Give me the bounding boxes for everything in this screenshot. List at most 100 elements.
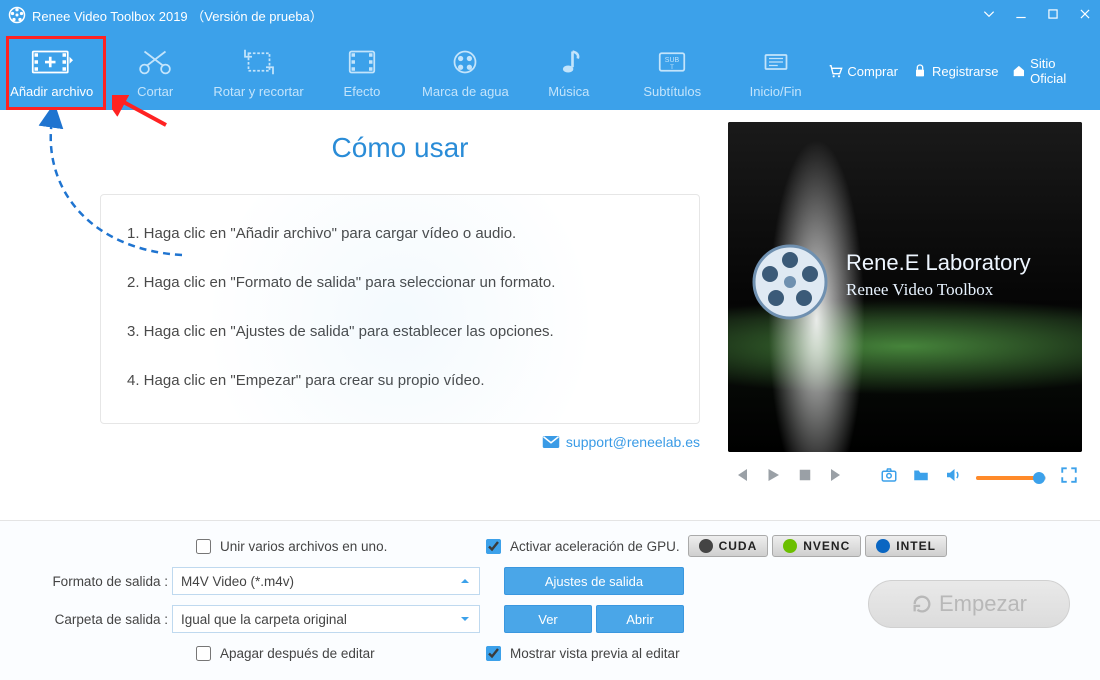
player-stop-icon[interactable] — [796, 466, 814, 489]
chevron-down-icon — [459, 613, 471, 625]
shutdown-checkbox[interactable]: Apagar después de editar — [192, 643, 482, 664]
howto-step: 3. Haga clic en "Ajustes de salida" para… — [127, 323, 673, 340]
preview-section: Rene.E Laboratory Renee Video Toolbox — [720, 110, 1100, 520]
toolbar-watermark[interactable]: Marca de agua — [414, 36, 517, 106]
toolbar-effect-label: Efecto — [344, 84, 381, 99]
effect-icon — [341, 44, 383, 80]
start-button[interactable]: Empezar — [868, 580, 1070, 628]
register-link[interactable]: Registrarse — [912, 63, 998, 79]
toolbar-rotate-crop-label: Rotar y recortar — [213, 84, 303, 99]
toolbar-add-file-label: Añadir archivo — [10, 84, 93, 99]
open-folder-icon[interactable] — [912, 466, 930, 489]
app-logo-icon — [8, 6, 26, 24]
toolbar-start-end-label: Inicio/Fin — [750, 84, 802, 99]
volume-icon[interactable] — [944, 466, 962, 489]
toolbar-start-end[interactable]: Inicio/Fin — [724, 36, 827, 106]
preview-screen: Rene.E Laboratory Renee Video Toolbox — [728, 122, 1082, 452]
bottom-panel: Unir varios archivos en uno. Activar ace… — [0, 520, 1100, 680]
output-format-select[interactable]: M4V Video (*.m4v) — [172, 567, 480, 595]
merge-checkbox-input[interactable] — [196, 539, 211, 554]
official-label: Sitio Oficial — [1030, 56, 1086, 86]
preview-checkbox-input[interactable] — [486, 646, 501, 661]
toolbar-music[interactable]: Música — [517, 36, 620, 106]
svg-text:T: T — [670, 64, 674, 71]
svg-text:SUB: SUB — [665, 57, 680, 64]
merge-checkbox[interactable]: Unir varios archivos en uno. — [192, 536, 482, 557]
toolbar-music-label: Música — [548, 84, 589, 99]
howto-step: 4. Haga clic en "Empezar" para crear su … — [127, 372, 673, 389]
window-minimize-icon[interactable] — [1014, 7, 1028, 24]
window-menu-icon[interactable] — [982, 7, 996, 24]
player-play-icon[interactable] — [764, 466, 782, 489]
player-next-icon[interactable] — [828, 466, 846, 489]
player-prev-icon[interactable] — [732, 466, 750, 489]
volume-slider[interactable] — [976, 476, 1046, 480]
open-button[interactable]: Abrir — [596, 605, 684, 633]
output-format-value: M4V Video (*.m4v) — [181, 574, 294, 589]
register-label: Registrarse — [932, 64, 998, 79]
snapshot-icon[interactable] — [880, 466, 898, 489]
main-toolbar: Añadir archivo Cortar Rotar y recortar E… — [0, 30, 1100, 110]
filmstrip-add-icon — [31, 44, 73, 80]
film-reel-icon — [750, 242, 830, 327]
toolbar-subtitles[interactable]: SUBT Subtítulos — [621, 36, 724, 106]
start-button-label: Empezar — [939, 591, 1027, 617]
subtitles-icon: SUBT — [651, 44, 693, 80]
home-icon — [1012, 63, 1026, 79]
howto-title: Cómo usar — [100, 132, 700, 164]
mail-icon — [542, 435, 560, 449]
scissors-icon — [134, 44, 176, 80]
toolbar-subtitles-label: Subtítulos — [643, 84, 701, 99]
gpu-checkbox-label: Activar aceleración de GPU. — [510, 539, 680, 554]
output-settings-button[interactable]: Ajustes de salida — [504, 567, 684, 595]
lock-icon — [912, 63, 928, 79]
howto-panel: 1. Haga clic en "Añadir archivo" para ca… — [100, 194, 700, 424]
titlebar: Renee Video Toolbox 2019 （Versión de pru… — [0, 0, 1100, 30]
cart-icon — [827, 63, 843, 79]
toolbar-cut-label: Cortar — [137, 84, 173, 99]
output-folder-value: Igual que la carpeta original — [181, 612, 347, 627]
gpu-checkbox-input[interactable] — [486, 539, 501, 554]
gpu-badge-intel: INTEL — [865, 535, 947, 557]
gpu-badge-nvenc: NVENC — [772, 535, 861, 557]
refresh-icon — [911, 593, 933, 615]
preview-brand-line1: Rene.E Laboratory — [846, 250, 1031, 276]
window-title: Renee Video Toolbox 2019 （Versión de pru… — [32, 6, 323, 25]
buy-link[interactable]: Comprar — [827, 63, 898, 79]
toolbar-effect[interactable]: Efecto — [310, 36, 413, 106]
output-format-label: Formato de salida : — [24, 574, 172, 589]
buy-label: Comprar — [847, 64, 898, 79]
window-maximize-icon[interactable] — [1046, 7, 1060, 24]
view-button[interactable]: Ver — [504, 605, 592, 633]
preview-brand-line2: Renee Video Toolbox — [846, 280, 1031, 300]
music-note-icon — [548, 44, 590, 80]
output-folder-label: Carpeta de salida : — [24, 612, 172, 627]
support-link[interactable]: support@reneelab.es — [100, 434, 700, 450]
shutdown-checkbox-input[interactable] — [196, 646, 211, 661]
gpu-badge-cuda: CUDA — [688, 535, 769, 557]
toolbar-rotate-crop[interactable]: Rotar y recortar — [207, 36, 310, 106]
support-email: support@reneelab.es — [566, 434, 700, 450]
chevron-up-icon — [459, 575, 471, 587]
fullscreen-icon[interactable] — [1060, 466, 1078, 489]
merge-checkbox-label: Unir varios archivos en uno. — [220, 539, 387, 554]
watermark-icon — [444, 44, 486, 80]
preview-brand: Rene.E Laboratory Renee Video Toolbox — [846, 250, 1031, 300]
preview-checkbox-label: Mostrar vista previa al editar — [510, 646, 680, 661]
window-close-icon[interactable] — [1078, 7, 1092, 24]
toolbar-cut[interactable]: Cortar — [103, 36, 206, 106]
howto-step: 1. Haga clic en "Añadir archivo" para ca… — [127, 225, 673, 242]
start-end-icon — [755, 44, 797, 80]
output-folder-select[interactable]: Igual que la carpeta original — [172, 605, 480, 633]
howto-section: Cómo usar 1. Haga clic en "Añadir archiv… — [0, 110, 720, 520]
shutdown-checkbox-label: Apagar después de editar — [220, 646, 375, 661]
crop-rotate-icon — [238, 44, 280, 80]
gpu-checkbox[interactable]: Activar aceleración de GPU. — [482, 536, 680, 557]
toolbar-watermark-label: Marca de agua — [422, 84, 509, 99]
official-link[interactable]: Sitio Oficial — [1012, 56, 1086, 86]
toolbar-add-file[interactable]: Añadir archivo — [0, 36, 103, 106]
player-controls — [728, 452, 1082, 489]
howto-step: 2. Haga clic en "Formato de salida" para… — [127, 274, 673, 291]
preview-checkbox[interactable]: Mostrar vista previa al editar — [482, 643, 680, 664]
header-right-links: Comprar Registrarse Sitio Oficial — [827, 36, 1100, 106]
